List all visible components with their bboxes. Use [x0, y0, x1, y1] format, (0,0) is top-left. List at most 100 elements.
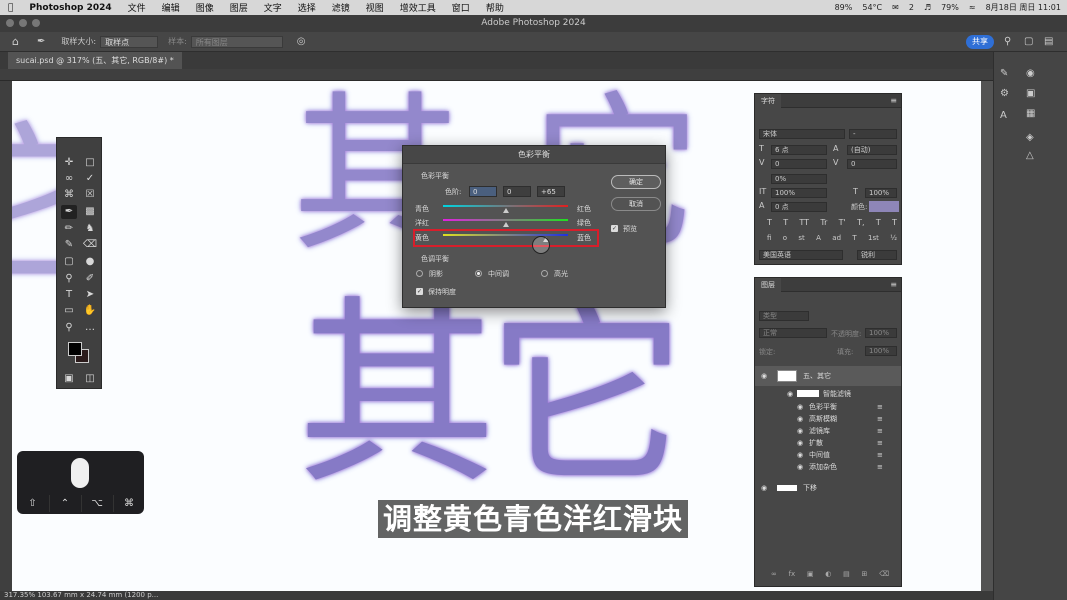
- opacity-input[interactable]: 100%: [865, 328, 897, 338]
- marquee-tool-icon[interactable]: □: [82, 156, 98, 170]
- cyan-red-slider-thumb[interactable]: [502, 208, 509, 213]
- layer-style-icon[interactable]: fx: [789, 570, 796, 578]
- layer-filter-select[interactable]: 类型: [759, 311, 809, 321]
- underline-button[interactable]: T: [876, 218, 881, 227]
- baseline-input[interactable]: 0 点: [771, 202, 827, 212]
- fill-input[interactable]: 100%: [865, 346, 897, 356]
- add-mask-icon[interactable]: ▣: [807, 570, 814, 578]
- fractions-button[interactable]: ½: [890, 234, 897, 242]
- history-brush-icon[interactable]: ✎: [61, 238, 77, 252]
- quick-select-icon[interactable]: ✓: [82, 172, 98, 186]
- faux-bold-button[interactable]: T: [767, 218, 772, 227]
- move-tool-icon[interactable]: ✛: [61, 156, 77, 170]
- filter-options-icon[interactable]: ≡: [877, 427, 883, 435]
- eraser-tool-icon[interactable]: ⌫: [82, 238, 98, 252]
- rectangle-tool-icon[interactable]: ▭: [61, 304, 77, 318]
- language-select[interactable]: 美国英语: [759, 250, 843, 260]
- wifi-pct[interactable]: 79%: [941, 3, 959, 12]
- swash-button[interactable]: A: [816, 234, 821, 242]
- filter-name[interactable]: 中间值: [809, 450, 830, 460]
- pen-tool-icon[interactable]: ✐: [82, 272, 98, 286]
- vertical-ruler[interactable]: [0, 81, 12, 591]
- layer-name[interactable]: 五、其它: [803, 371, 831, 381]
- all-caps-button[interactable]: TT: [799, 218, 809, 227]
- level-yellow-blue-input[interactable]: +65: [537, 186, 565, 197]
- blur-tool-icon[interactable]: ●: [82, 255, 98, 269]
- text-color-swatch[interactable]: [869, 201, 899, 212]
- link-layers-icon[interactable]: ∞: [771, 570, 777, 578]
- visibility-eye-icon[interactable]: ◉: [797, 427, 803, 435]
- menu-view[interactable]: 视图: [358, 1, 392, 14]
- close-window-button[interactable]: [6, 19, 14, 27]
- layer-row-smart[interactable]: ◉ 五、其它: [755, 366, 901, 386]
- frame-tool-icon[interactable]: ☒: [82, 188, 98, 202]
- volume-icon[interactable]: ♬: [924, 3, 931, 12]
- filter-name[interactable]: 添加杂色: [809, 462, 837, 472]
- more-tools-icon[interactable]: …: [82, 321, 98, 335]
- filter-row[interactable]: ◉ 扩散 ≡: [755, 437, 901, 449]
- filter-row[interactable]: ◉ 滤镜库 ≡: [755, 425, 901, 437]
- sample-size-select[interactable]: 取样点: [100, 35, 159, 48]
- layer-row-normal[interactable]: ◉ 下移: [755, 480, 901, 496]
- swatches-icon[interactable]: ▣: [1026, 88, 1035, 99]
- layers-menu-icon[interactable]: ≡: [890, 280, 897, 289]
- preview-checkbox[interactable]: ✓: [611, 225, 618, 232]
- color-panel-icon[interactable]: ◉: [1026, 68, 1035, 79]
- font-family-select[interactable]: 宋体: [759, 129, 845, 139]
- leading-input[interactable]: (自动): [847, 145, 897, 155]
- level-magenta-green-input[interactable]: 0: [503, 186, 531, 197]
- new-layer-icon[interactable]: ⊞: [861, 570, 867, 578]
- magenta-green-slider-thumb[interactable]: [502, 222, 509, 227]
- filter-row[interactable]: ◉ 高斯模糊 ≡: [755, 413, 901, 425]
- subscript-button[interactable]: T,: [857, 218, 864, 227]
- delete-layer-icon[interactable]: ⌫: [879, 570, 889, 578]
- menu-type[interactable]: 文字: [256, 1, 290, 14]
- foreground-color-swatch[interactable]: [68, 342, 82, 356]
- antialias-select[interactable]: 锐利: [857, 250, 897, 260]
- show-ring-icon[interactable]: ◎: [297, 36, 306, 47]
- ligatures-button[interactable]: fi: [767, 234, 771, 242]
- minimize-window-button[interactable]: [19, 19, 27, 27]
- eyedropper-tool[interactable]: ✒: [61, 205, 77, 219]
- app-menu[interactable]: Photoshop 2024: [21, 3, 119, 13]
- discretionary-button[interactable]: st: [798, 234, 804, 242]
- menu-help[interactable]: 帮助: [478, 1, 512, 14]
- visibility-eye-icon[interactable]: ◉: [797, 463, 803, 471]
- stylistic-button[interactable]: ad: [832, 234, 841, 242]
- menu-plugins[interactable]: 增效工具: [392, 1, 444, 14]
- visibility-eye-icon[interactable]: ◉: [797, 451, 803, 459]
- panel-menu-icon[interactable]: ≡: [890, 96, 897, 105]
- ok-button[interactable]: 确定: [611, 175, 661, 189]
- filter-options-icon[interactable]: ≡: [877, 403, 883, 411]
- new-group-icon[interactable]: ▤: [843, 570, 850, 578]
- sample-select[interactable]: 所有图层: [190, 35, 283, 48]
- wifi-icon[interactable]: ≈: [969, 3, 976, 12]
- filter-options-icon[interactable]: ≡: [877, 463, 883, 471]
- horizontal-ruler[interactable]: [0, 69, 993, 81]
- workspace-icon[interactable]: ▢: [1024, 36, 1033, 47]
- clone-tool-icon[interactable]: ♞: [82, 222, 98, 236]
- type-panel-icon[interactable]: A: [1000, 110, 1007, 121]
- smart-filters-row[interactable]: ◉ 智能滤镜: [755, 388, 901, 400]
- hand-tool-icon[interactable]: ✋: [82, 304, 98, 318]
- brush-settings-icon[interactable]: ✎: [1000, 68, 1008, 79]
- strikethrough-button[interactable]: T: [892, 218, 897, 227]
- character-tab[interactable]: 字符: [755, 94, 781, 108]
- home-icon[interactable]: ⌂: [12, 35, 19, 48]
- yellow-blue-slider-track[interactable]: [443, 234, 568, 236]
- layers-panel-icon[interactable]: ◈: [1026, 132, 1034, 143]
- filter-name[interactable]: 高斯模糊: [809, 414, 837, 424]
- brush-tool-icon[interactable]: ✏: [61, 222, 77, 236]
- shadows-radio[interactable]: [416, 270, 423, 277]
- filter-row[interactable]: ◉ 中间值 ≡: [755, 449, 901, 461]
- menu-image[interactable]: 图像: [188, 1, 222, 14]
- menu-filter[interactable]: 滤镜: [324, 1, 358, 14]
- layers-tab[interactable]: 图层: [755, 278, 781, 292]
- filter-options-icon[interactable]: ≡: [877, 415, 883, 423]
- crop-tool-icon[interactable]: ⌘: [61, 188, 77, 202]
- level-cyan-red-input[interactable]: 0: [469, 186, 497, 197]
- horizontal-scale-input[interactable]: 100%: [865, 188, 897, 198]
- midtones-radio[interactable]: [475, 270, 482, 277]
- blend-mode-select[interactable]: 正常: [759, 328, 827, 338]
- layer-name[interactable]: 下移: [803, 483, 817, 493]
